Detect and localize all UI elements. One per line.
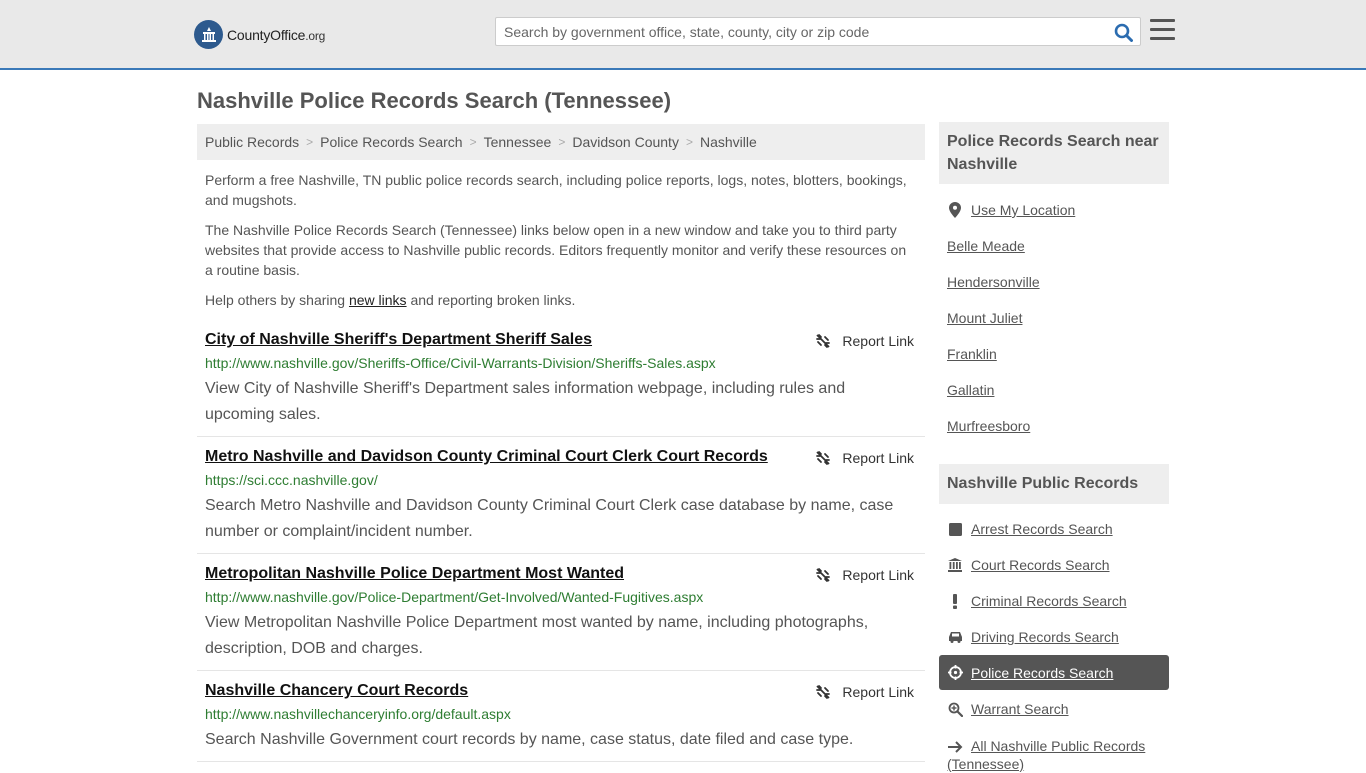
breadcrumb-police-records[interactable]: Police Records Search: [320, 134, 462, 150]
share-text-before: Help others by sharing: [205, 292, 349, 308]
sidebar-item-label: All Nashville Public Records: [971, 738, 1146, 754]
search-box: [495, 17, 1141, 46]
sidebar-item-label: Police Records Search: [971, 664, 1114, 681]
breadcrumb-separator-icon: >: [469, 135, 477, 149]
breadcrumb-davidson-county[interactable]: Davidson County: [572, 134, 679, 150]
report-link-button[interactable]: Report Link: [815, 567, 914, 583]
courthouse-icon: [947, 557, 963, 573]
hamburger-menu-icon[interactable]: [1150, 19, 1175, 41]
all-records-suffix: (Tennessee): [947, 756, 1025, 772]
result-description: View Metropolitan Nashville Police Depar…: [205, 614, 869, 657]
result-url: http://www.nashvillechanceryinfo.org/def…: [205, 706, 511, 722]
result-title-link[interactable]: City of Nashville Sheriff's Department S…: [205, 331, 592, 349]
map-pin-icon: [947, 202, 963, 218]
breadcrumb-nashville[interactable]: Nashville: [700, 134, 757, 150]
broken-link-icon: [816, 334, 831, 348]
sidebar-item-criminal-records[interactable]: Criminal Records Search: [947, 593, 1127, 609]
disclaimer-paragraph: The Nashville Police Records Search (Ten…: [205, 222, 907, 278]
sidebar-item-label: Court Records Search: [971, 557, 1110, 573]
crosshairs-icon: [947, 665, 963, 681]
sidebar-item-court-records[interactable]: Court Records Search: [947, 557, 1110, 573]
result-description: Search Metro Nashville and Davidson Coun…: [205, 497, 894, 540]
sidebar-item-label: Criminal Records Search: [971, 593, 1127, 609]
logo-text: CountyOffice.org: [227, 27, 325, 43]
result-item: Nashville Chancery Court Records Report …: [197, 682, 925, 762]
report-link-label: Report Link: [842, 333, 914, 349]
exclamation-icon: [947, 593, 963, 609]
result-title-link[interactable]: Metropolitan Nashville Police Department…: [205, 565, 624, 583]
search-icon[interactable]: [1112, 22, 1134, 42]
report-link-button[interactable]: Report Link: [815, 333, 914, 349]
magnify-icon: [947, 701, 963, 717]
site-logo[interactable]: CountyOffice.org: [194, 20, 325, 49]
use-my-location-label: Use My Location: [971, 202, 1076, 218]
result-item: Metropolitan Nashville Police Department…: [197, 565, 925, 671]
sidebar-item-police-records[interactable]: Police Records Search: [939, 655, 1169, 690]
intro-paragraph: Perform a free Nashville, TN public poli…: [205, 172, 907, 208]
result-description: Search Nashville Government court record…: [205, 731, 854, 748]
report-link-label: Report Link: [842, 567, 914, 583]
capitol-logo-icon: [194, 20, 223, 49]
new-links-link[interactable]: new links: [349, 292, 407, 308]
result-url: http://www.nashville.gov/Sheriffs-Office…: [205, 355, 716, 371]
breadcrumb-separator-icon: >: [558, 135, 566, 149]
broken-link-icon: [816, 685, 831, 699]
car-icon: [947, 629, 963, 645]
result-title-link[interactable]: Nashville Chancery Court Records: [205, 682, 468, 700]
logo-tld: .org: [305, 28, 326, 43]
result-item: Metro Nashville and Davidson County Crim…: [197, 448, 925, 554]
nearby-link-belle-meade[interactable]: Belle Meade: [947, 238, 1025, 254]
report-link-button[interactable]: Report Link: [815, 684, 914, 700]
arrest-icon: [947, 521, 963, 537]
result-item: City of Nashville Sheriff's Department S…: [197, 331, 925, 437]
breadcrumb-separator-icon: >: [306, 135, 314, 149]
result-url: http://www.nashville.gov/Police-Departme…: [205, 589, 704, 605]
broken-link-icon: [816, 451, 831, 465]
nearby-link-gallatin[interactable]: Gallatin: [947, 382, 994, 398]
report-link-label: Report Link: [842, 684, 914, 700]
result-description: View City of Nashville Sheriff's Departm…: [205, 380, 846, 423]
share-paragraph: Help others by sharing new links and rep…: [205, 290, 917, 310]
nearby-link-hendersonville[interactable]: Hendersonville: [947, 274, 1040, 290]
broken-link-icon: [816, 568, 831, 582]
search-input[interactable]: [496, 18, 1106, 45]
breadcrumb-public-records[interactable]: Public Records: [205, 134, 299, 150]
sidebar-item-warrant-search[interactable]: Warrant Search: [947, 701, 1069, 717]
breadcrumb: Public Records > Police Records Search >…: [197, 124, 925, 160]
sidebar-item-driving-records[interactable]: Driving Records Search: [947, 629, 1119, 645]
sidebar-item-label: Arrest Records Search: [971, 521, 1113, 537]
use-my-location-link[interactable]: Use My Location: [947, 202, 1075, 218]
result-title-link[interactable]: Metro Nashville and Davidson County Crim…: [205, 448, 768, 466]
site-header: CountyOffice.org: [0, 0, 1366, 70]
nearby-link-murfreesboro[interactable]: Murfreesboro: [947, 418, 1030, 434]
public-records-heading: Nashville Public Records: [939, 464, 1169, 504]
sidebar-item-label: Driving Records Search: [971, 629, 1119, 645]
breadcrumb-separator-icon: >: [685, 135, 693, 149]
nearby-link-franklin[interactable]: Franklin: [947, 346, 997, 362]
breadcrumb-tennessee[interactable]: Tennessee: [484, 134, 552, 150]
page-title: Nashville Police Records Search (Tenness…: [197, 88, 672, 113]
share-text-after: and reporting broken links.: [406, 292, 576, 308]
arrow-right-icon: [947, 739, 963, 755]
sidebar-item-arrest-records[interactable]: Arrest Records Search: [947, 521, 1113, 537]
nearby-heading: Police Records Search near Nashville: [939, 122, 1169, 184]
sidebar-item-label: Warrant Search: [971, 701, 1069, 717]
logo-name: CountyOffice: [227, 26, 306, 43]
report-link-label: Report Link: [842, 450, 914, 466]
result-url: https://sci.ccc.nashville.gov/: [205, 472, 378, 488]
report-link-button[interactable]: Report Link: [815, 450, 914, 466]
nearby-link-mount-juliet[interactable]: Mount Juliet: [947, 310, 1022, 326]
